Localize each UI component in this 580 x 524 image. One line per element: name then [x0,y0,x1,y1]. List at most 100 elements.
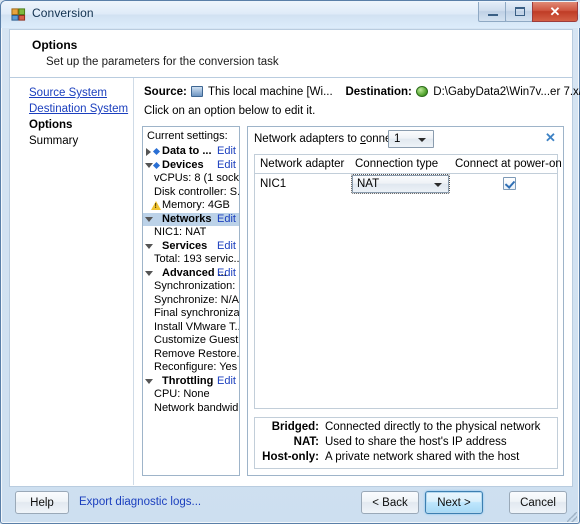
cancel-button[interactable]: Cancel [509,491,567,514]
network-adapters-toolbar: Network adapters to connect 1 ✕ [248,127,563,154]
tree-row-label: Install VMware T... [154,320,239,333]
diamond-bullet-icon [152,147,161,156]
tree-row-label: Remove Restore... [154,347,239,360]
warning-icon [151,201,161,210]
chevron-down-icon[interactable] [145,216,153,224]
current-settings-heading: Current settings: [147,130,228,142]
edit-link[interactable]: Edit [217,145,236,157]
edit-link[interactable]: Edit [217,240,236,252]
sidebar-item-source-system[interactable]: Source System [29,87,107,99]
chevron-down-icon[interactable] [145,378,153,386]
tree-row[interactable]: Synchronize: N/A [143,294,239,308]
chevron-down-icon [418,138,426,142]
edit-link[interactable]: Edit [217,159,236,171]
legend-term: NAT: [293,436,319,448]
panel-close-icon[interactable]: ✕ [543,130,558,145]
resize-grip[interactable] [567,512,577,522]
tree-row[interactable]: Throttling Edit [143,375,239,389]
cancel-button-label: Cancel [520,496,556,509]
tree-row-label: Synchronization: ... [154,280,239,292]
maximize-icon [515,7,525,16]
edit-hint: Click on an option below to edit it. [144,105,316,117]
tree-row-label: Services [162,239,208,252]
destination-label: Destination: [345,86,412,98]
export-diagnostic-logs-link[interactable]: Export diagnostic logs... [79,496,201,508]
network-adapters-panel: Network adapters to connect 1 ✕ Network … [247,126,564,476]
tree-row-label: Memory: 4GB [162,199,230,211]
connect-at-power-on-checkbox[interactable] [503,177,516,190]
tree-row[interactable]: Customize Guest... [143,334,239,348]
options-content: Source: This local machine [Wi... Destin… [134,78,580,485]
sidebar-item-destination-system[interactable]: Destination System [29,103,128,115]
tree-row-label: Reconfigure: Yes [154,361,238,373]
tree-row-label: Customize Guest... [154,334,239,346]
window-controls: ✕ [478,2,578,23]
edit-link[interactable]: Edit [217,267,236,279]
legend-row: Bridged: Connected directly to the physic… [255,421,557,436]
tree-row-label: Disk controller: S... [154,185,239,198]
tree-row[interactable]: CPU: None [143,388,239,402]
adapter-count-value: 1 [394,133,401,145]
close-button[interactable]: ✕ [532,2,578,22]
help-button[interactable]: Help [15,491,69,514]
tree-row[interactable]: Data to ... Edit [143,145,239,159]
column-header-connection-type: Connection type [355,158,439,170]
tree-row[interactable]: Memory: 4GB [143,199,239,213]
conversion-dialog-window: Conversion ✕ Options Set up the paramete… [0,0,580,524]
legend-term: Host-only: [262,451,319,463]
tree-row-selected[interactable]: Networks Edit [143,212,239,226]
tree-row[interactable]: NIC1: NAT [143,226,239,240]
network-adapters-label: Network adapters to connect [254,133,400,145]
source-value: This local machine [Wi... [208,86,333,98]
source-label: Source: [144,86,187,98]
settings-tree[interactable]: Data to ... Edit Devices Edit vCPUs: 8 (1 so… [143,145,239,475]
tree-row[interactable]: Devices Edit [143,159,239,173]
tree-row[interactable]: Install VMware T... [143,321,239,335]
tree-row[interactable]: Network bandwid... [143,402,239,416]
adapters-grid-header: Network adapter Connection type Connect … [255,155,562,174]
back-button[interactable]: < Back [361,491,419,514]
page-header: Options Set up the parameters for the co… [9,29,573,78]
wizard-nav: Source System Destination System Options Su… [10,78,134,485]
tree-row-label: Synchronize: N/A [154,293,239,306]
chevron-down-icon[interactable] [145,270,153,278]
chevron-down-icon[interactable] [145,162,153,170]
tree-row[interactable]: vCPUs: 8 (1 sock... [143,172,239,186]
maximize-button[interactable] [505,2,533,22]
dialog-body: Source System Destination System Options Su… [9,78,580,487]
tree-row[interactable]: Total: 193 servic... [143,253,239,267]
tree-row[interactable]: Remove Restore... [143,348,239,362]
tree-row-label: Network bandwid... [154,401,239,414]
minimize-icon [488,14,498,16]
tree-row-label: Total: 193 servic... [154,253,239,265]
next-button[interactable]: Next > [425,491,483,514]
monitor-icon [191,86,204,97]
legend-term: Bridged: [271,421,319,433]
chevron-down-icon[interactable] [145,243,153,251]
sidebar-item-options: Options [29,119,73,131]
edit-link[interactable]: Edit [217,375,236,387]
tree-row-label: vCPUs: 8 (1 sock... [154,172,239,184]
tree-row[interactable]: Services Edit [143,240,239,254]
tree-row[interactable]: Disk controller: S... [143,186,239,200]
tree-row-label: Devices [162,158,204,171]
chevron-right-icon[interactable] [145,148,153,156]
tree-row-label: Throttling [162,374,214,387]
tree-row[interactable]: Synchronization: ... [143,280,239,294]
sidebar-item-summary: Summary [29,135,79,147]
chevron-down-icon [434,183,442,187]
legend-row: Host-only: A private network shared with … [255,451,557,466]
connection-type-value: NAT [357,178,380,190]
edit-link[interactable]: Edit [217,213,236,225]
minimize-button[interactable] [478,2,506,22]
next-button-label: Next > [437,496,471,509]
tree-row[interactable]: Reconfigure: Yes [143,361,239,375]
tree-row[interactable]: Final synchroniza... [143,307,239,321]
adapters-label-pre: Network adapters to [254,133,361,145]
close-icon: ✕ [549,4,561,19]
adapter-count-select[interactable]: 1 [388,130,434,148]
tree-row[interactable]: Advanced ... Edit [143,267,239,281]
column-header-connect-at-power-on: Connect at power-on [455,158,562,170]
window-title: Conversion [32,6,94,20]
connection-type-select[interactable]: NAT [351,174,450,194]
